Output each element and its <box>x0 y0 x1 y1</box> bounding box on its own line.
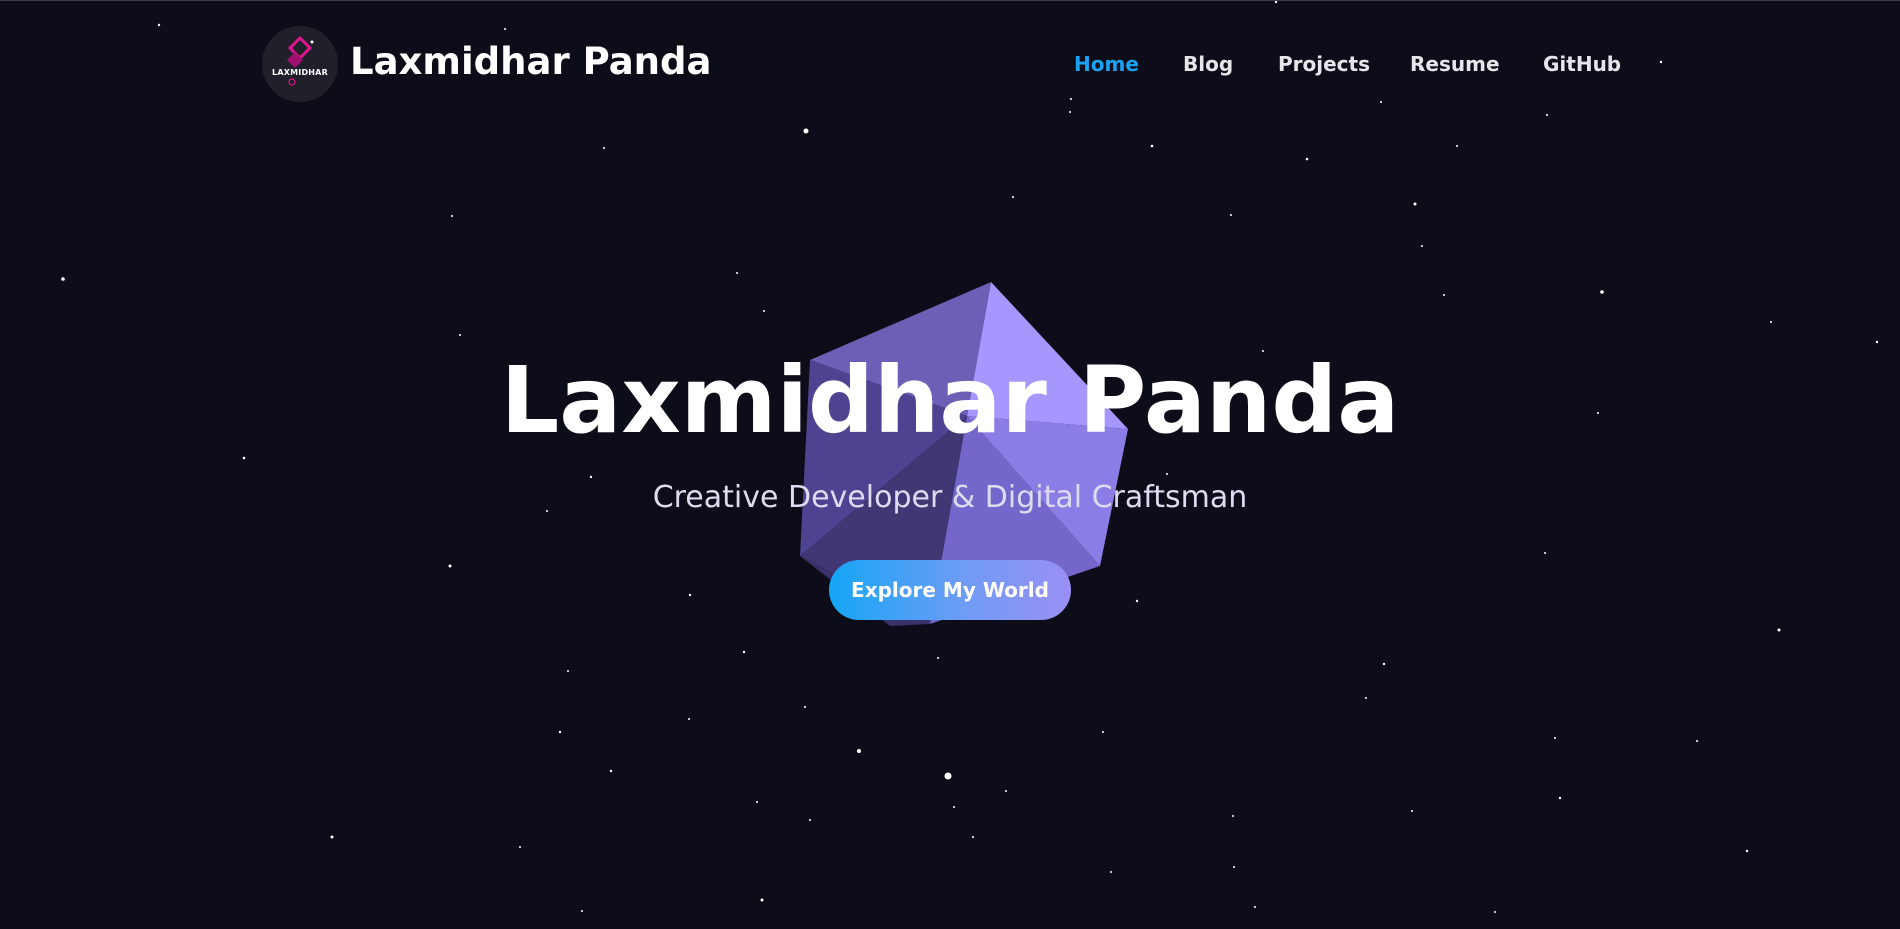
nav-projects[interactable]: Projects <box>1278 48 1370 80</box>
nav-home[interactable]: Home <box>1074 48 1139 80</box>
logo-text: LAXMIDHAR <box>272 68 328 77</box>
hero-subtitle: Creative Developer & Digital Craftsman <box>652 480 1248 515</box>
nav-github[interactable]: GitHub <box>1543 48 1621 80</box>
site-header: LAXMIDHAR Laxmidhar Panda Home Blog Proj… <box>0 1 1900 126</box>
page: LAXMIDHAR Laxmidhar Panda Home Blog Proj… <box>0 0 1900 929</box>
diamond-logo-icon <box>287 35 314 86</box>
brand-name[interactable]: Laxmidhar Panda <box>350 37 711 87</box>
explore-button[interactable]: Explore My World <box>829 560 1071 620</box>
logo[interactable]: LAXMIDHAR <box>262 26 338 102</box>
nav-blog[interactable]: Blog <box>1183 48 1233 80</box>
nav-resume[interactable]: Resume <box>1410 48 1500 80</box>
hero-title: Laxmidhar Panda <box>500 347 1400 454</box>
